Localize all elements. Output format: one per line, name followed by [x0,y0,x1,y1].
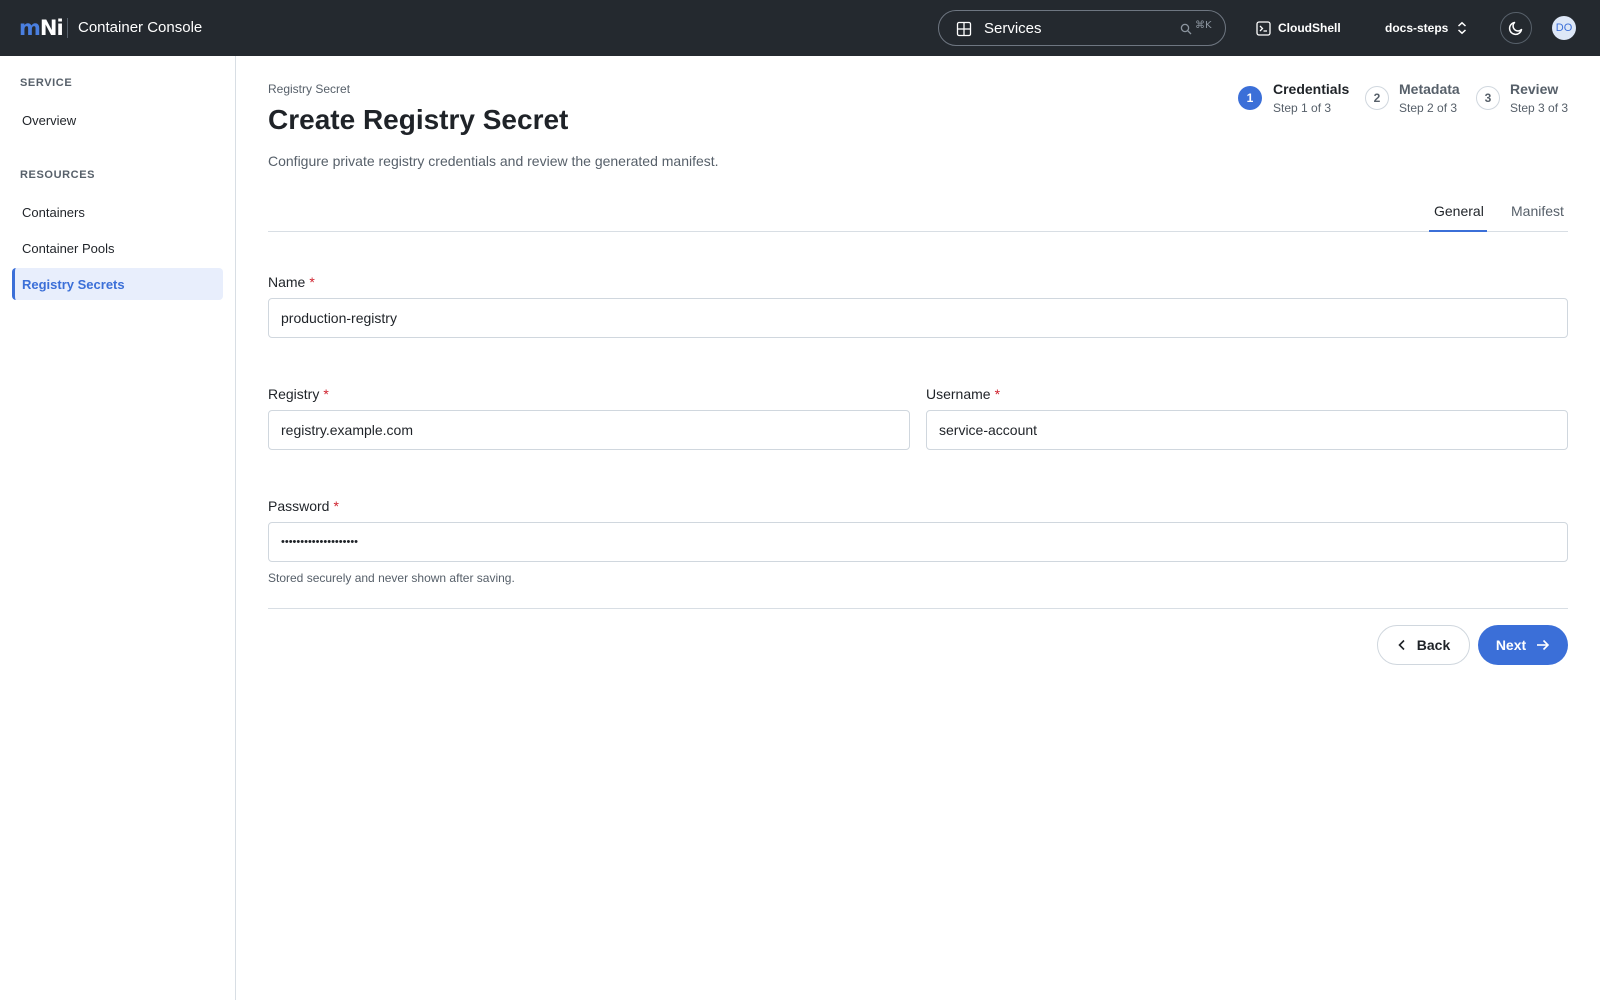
password-input[interactable]: •••••••••••••••••••• [268,522,1568,562]
search-label: Services [984,20,1042,37]
search-icon [1180,23,1192,35]
moon-icon [1508,21,1523,36]
required-marker: * [333,498,339,514]
chevron-left-icon [1398,639,1405,651]
avatar[interactable]: DO [1552,16,1576,40]
logo-divider [67,18,68,38]
step-subtitle: Step 1 of 3 [1273,101,1332,115]
password-helper-text: Stored securely and never shown after sa… [268,571,515,585]
step-title: Credentials [1273,81,1350,97]
required-marker: * [309,274,315,290]
form-divider [268,608,1568,609]
grid-icon [956,21,972,37]
back-button-label: Back [1416,637,1451,653]
tab-manifest[interactable]: Manifest [1511,203,1564,219]
breadcrumb[interactable]: Registry Secret [268,82,350,96]
sidebar-section-heading: RESOURCES [20,169,96,181]
registry-field-label: Registry * [268,386,329,402]
step-number: 3 [1476,86,1500,110]
registry-input[interactable]: registry.example.com [268,410,910,450]
step-credentials[interactable]: 1 Credentials Step 1 of 3 [1238,80,1358,116]
step-title: Metadata [1399,81,1460,97]
top-bar: m Ni Container Console Services ⌘K CloudS… [0,0,1600,56]
services-search-box[interactable]: Services ⌘K [938,10,1226,46]
tab-general[interactable]: General [1434,203,1484,219]
theme-toggle-button[interactable] [1500,12,1532,44]
arrow-right-icon [1537,639,1550,651]
page-subtitle: Configure private registry credentials a… [268,153,719,169]
name-input[interactable]: production-registry [268,298,1568,338]
username-field-label: Username * [926,386,1000,402]
step-metadata[interactable]: 2 Metadata Step 2 of 3 [1365,80,1470,116]
step-number: 1 [1238,86,1262,110]
cloudshell-label: CloudShell [1278,21,1341,35]
terminal-icon [1256,20,1271,36]
username-label-text: Username [926,386,991,402]
sidebar-item-overview[interactable]: Overview [12,104,223,136]
required-marker: * [994,386,1001,402]
logo-mark: m [19,16,41,40]
active-tab-indicator [1429,230,1487,232]
registry-label-text: Registry [268,386,320,402]
page-title: Create Registry Secret [268,104,569,135]
username-input[interactable]: service-account [926,410,1568,450]
sidebar-item-registry-secrets[interactable]: Registry Secrets [12,268,223,300]
step-subtitle: Step 3 of 3 [1510,101,1569,115]
project-selector[interactable]: docs-steps [1385,18,1468,38]
chevron-up-down-icon [1458,21,1467,35]
project-label: docs-steps [1385,21,1449,35]
back-button[interactable]: Back [1377,625,1470,665]
next-button[interactable]: Next [1478,625,1568,665]
logo-wordmark: Ni [39,16,64,40]
step-number: 2 [1365,86,1389,110]
required-marker: * [323,386,329,402]
app-title[interactable]: Container Console [78,19,202,36]
sidebar-item-containers[interactable]: Containers [12,196,223,228]
step-review[interactable]: 3 Review Step 3 of 3 [1476,80,1568,116]
name-field-label: Name * [268,274,315,290]
password-field-label: Password * [268,498,339,514]
name-label-text: Name [268,274,306,290]
search-shortcut-hint: ⌘K [1195,20,1212,31]
step-title: Review [1510,81,1559,97]
sidebar-item-container-pools[interactable]: Container Pools [12,232,223,264]
password-label-text: Password [268,498,330,514]
sidebar: SERVICE Overview RESOURCES Containers Co… [0,56,236,1000]
cloudshell-button[interactable]: CloudShell [1256,18,1341,38]
next-button-label: Next [1495,637,1527,653]
tab-bar: General Manifest [268,196,1568,232]
brand-logo[interactable]: m Ni [19,16,64,40]
sidebar-section-heading: SERVICE [20,77,73,89]
step-subtitle: Step 2 of 3 [1399,101,1458,115]
